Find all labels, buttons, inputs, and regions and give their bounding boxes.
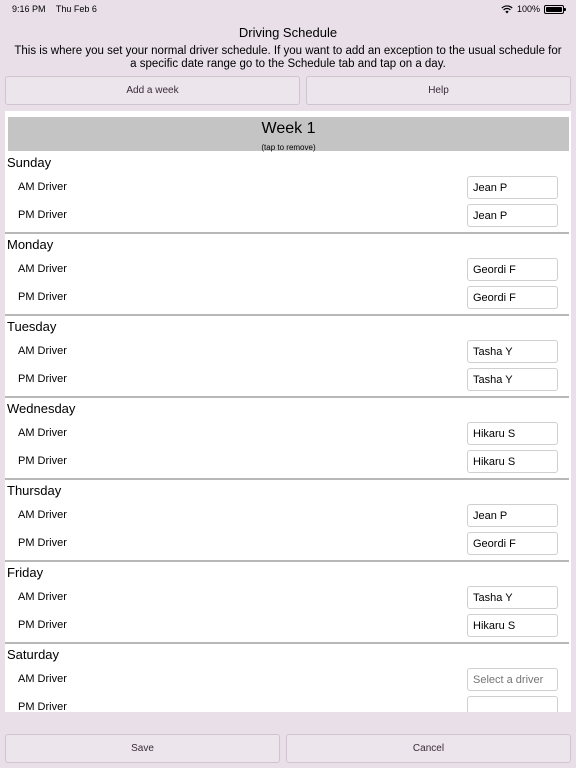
- battery-fill: [546, 6, 562, 12]
- status-bar: 9:16 PM Thu Feb 6 100%: [0, 0, 576, 18]
- week-title: Week 1: [261, 120, 316, 137]
- pm-driver-row: PM Driver: [5, 532, 571, 556]
- am-driver-field[interactable]: [467, 340, 558, 363]
- am-driver-field[interactable]: [467, 422, 558, 445]
- am-driver-label: AM Driver: [18, 427, 67, 439]
- day-name: Thursday: [7, 483, 62, 498]
- pm-driver-row: PM Driver: [5, 204, 571, 228]
- pm-driver-field[interactable]: [467, 532, 558, 555]
- pm-driver-label: PM Driver: [18, 537, 67, 549]
- pm-driver-row: PM Driver: [5, 696, 571, 712]
- pm-driver-field[interactable]: [467, 368, 558, 391]
- am-driver-row: AM Driver: [5, 258, 571, 282]
- week-hint: (tap to remove): [261, 143, 316, 152]
- page-description: This is where you set your normal driver…: [14, 45, 562, 70]
- pm-driver-label: PM Driver: [18, 619, 67, 631]
- pm-driver-row: PM Driver: [5, 614, 571, 638]
- day-section-wednesday: Wednesday AM Driver PM Driver: [5, 398, 571, 480]
- schedule-panel[interactable]: Week 1 (tap to remove) Sunday AM Driver PM…: [5, 111, 571, 712]
- pm-driver-label: PM Driver: [18, 209, 67, 221]
- help-button[interactable]: Help: [306, 76, 571, 105]
- status-date: Thu Feb 6: [55, 4, 97, 14]
- day-name: Tuesday: [7, 319, 57, 334]
- pm-driver-field[interactable]: [467, 286, 558, 309]
- battery-percent: 100%: [516, 4, 540, 14]
- pm-driver-row: PM Driver: [5, 450, 571, 474]
- pm-driver-label: PM Driver: [18, 455, 67, 467]
- am-driver-field[interactable]: [467, 586, 558, 609]
- day-name: Friday: [7, 565, 44, 580]
- day-section-thursday: Thursday AM Driver PM Driver: [5, 480, 571, 562]
- am-driver-label: AM Driver: [18, 345, 67, 357]
- am-driver-row: AM Driver: [5, 340, 571, 364]
- am-driver-field[interactable]: [467, 258, 558, 281]
- day-section-sunday: Sunday AM Driver PM Driver: [5, 152, 571, 234]
- status-right: 100%: [501, 4, 566, 14]
- am-driver-field[interactable]: [467, 668, 558, 691]
- status-left: 9:16 PM Thu Feb 6: [12, 4, 105, 14]
- pm-driver-label: PM Driver: [18, 373, 67, 385]
- add-week-button[interactable]: Add a week: [5, 76, 300, 105]
- am-driver-label: AM Driver: [18, 181, 67, 193]
- week-header[interactable]: Week 1 (tap to remove): [8, 117, 569, 152]
- save-button[interactable]: Save: [5, 734, 280, 763]
- am-driver-label: AM Driver: [18, 263, 67, 275]
- pm-driver-field[interactable]: [467, 204, 558, 227]
- am-driver-row: AM Driver: [5, 176, 571, 200]
- day-section-friday: Friday AM Driver PM Driver: [5, 562, 571, 644]
- am-driver-row: AM Driver: [5, 586, 571, 610]
- cancel-button[interactable]: Cancel: [286, 734, 571, 763]
- day-section-tuesday: Tuesday AM Driver PM Driver: [5, 316, 571, 398]
- status-time: 9:16 PM: [12, 4, 46, 14]
- am-driver-label: AM Driver: [18, 673, 67, 685]
- page-title: Driving Schedule: [238, 25, 338, 40]
- pm-driver-field[interactable]: [467, 614, 558, 637]
- am-driver-row: AM Driver: [5, 422, 571, 446]
- pm-driver-row: PM Driver: [5, 368, 571, 392]
- battery-icon: [544, 4, 566, 14]
- am-driver-row: AM Driver: [5, 504, 571, 528]
- day-name: Saturday: [7, 647, 60, 662]
- am-driver-field[interactable]: [467, 176, 558, 199]
- pm-driver-label: PM Driver: [18, 701, 67, 712]
- am-driver-label: AM Driver: [18, 509, 67, 521]
- pm-driver-label: PM Driver: [18, 291, 67, 303]
- day-name: Monday: [7, 237, 54, 252]
- day-section-saturday: Saturday AM Driver PM Driver: [5, 644, 571, 712]
- wifi-icon: [501, 4, 513, 13]
- am-driver-field[interactable]: [467, 504, 558, 527]
- pm-driver-field[interactable]: [467, 450, 558, 473]
- am-driver-label: AM Driver: [18, 591, 67, 603]
- am-driver-row: AM Driver: [5, 668, 571, 692]
- day-name: Sunday: [7, 155, 52, 170]
- day-name: Wednesday: [7, 401, 76, 416]
- day-section-monday: Monday AM Driver PM Driver: [5, 234, 571, 316]
- pm-driver-row: PM Driver: [5, 286, 571, 310]
- pm-driver-field[interactable]: [467, 696, 558, 712]
